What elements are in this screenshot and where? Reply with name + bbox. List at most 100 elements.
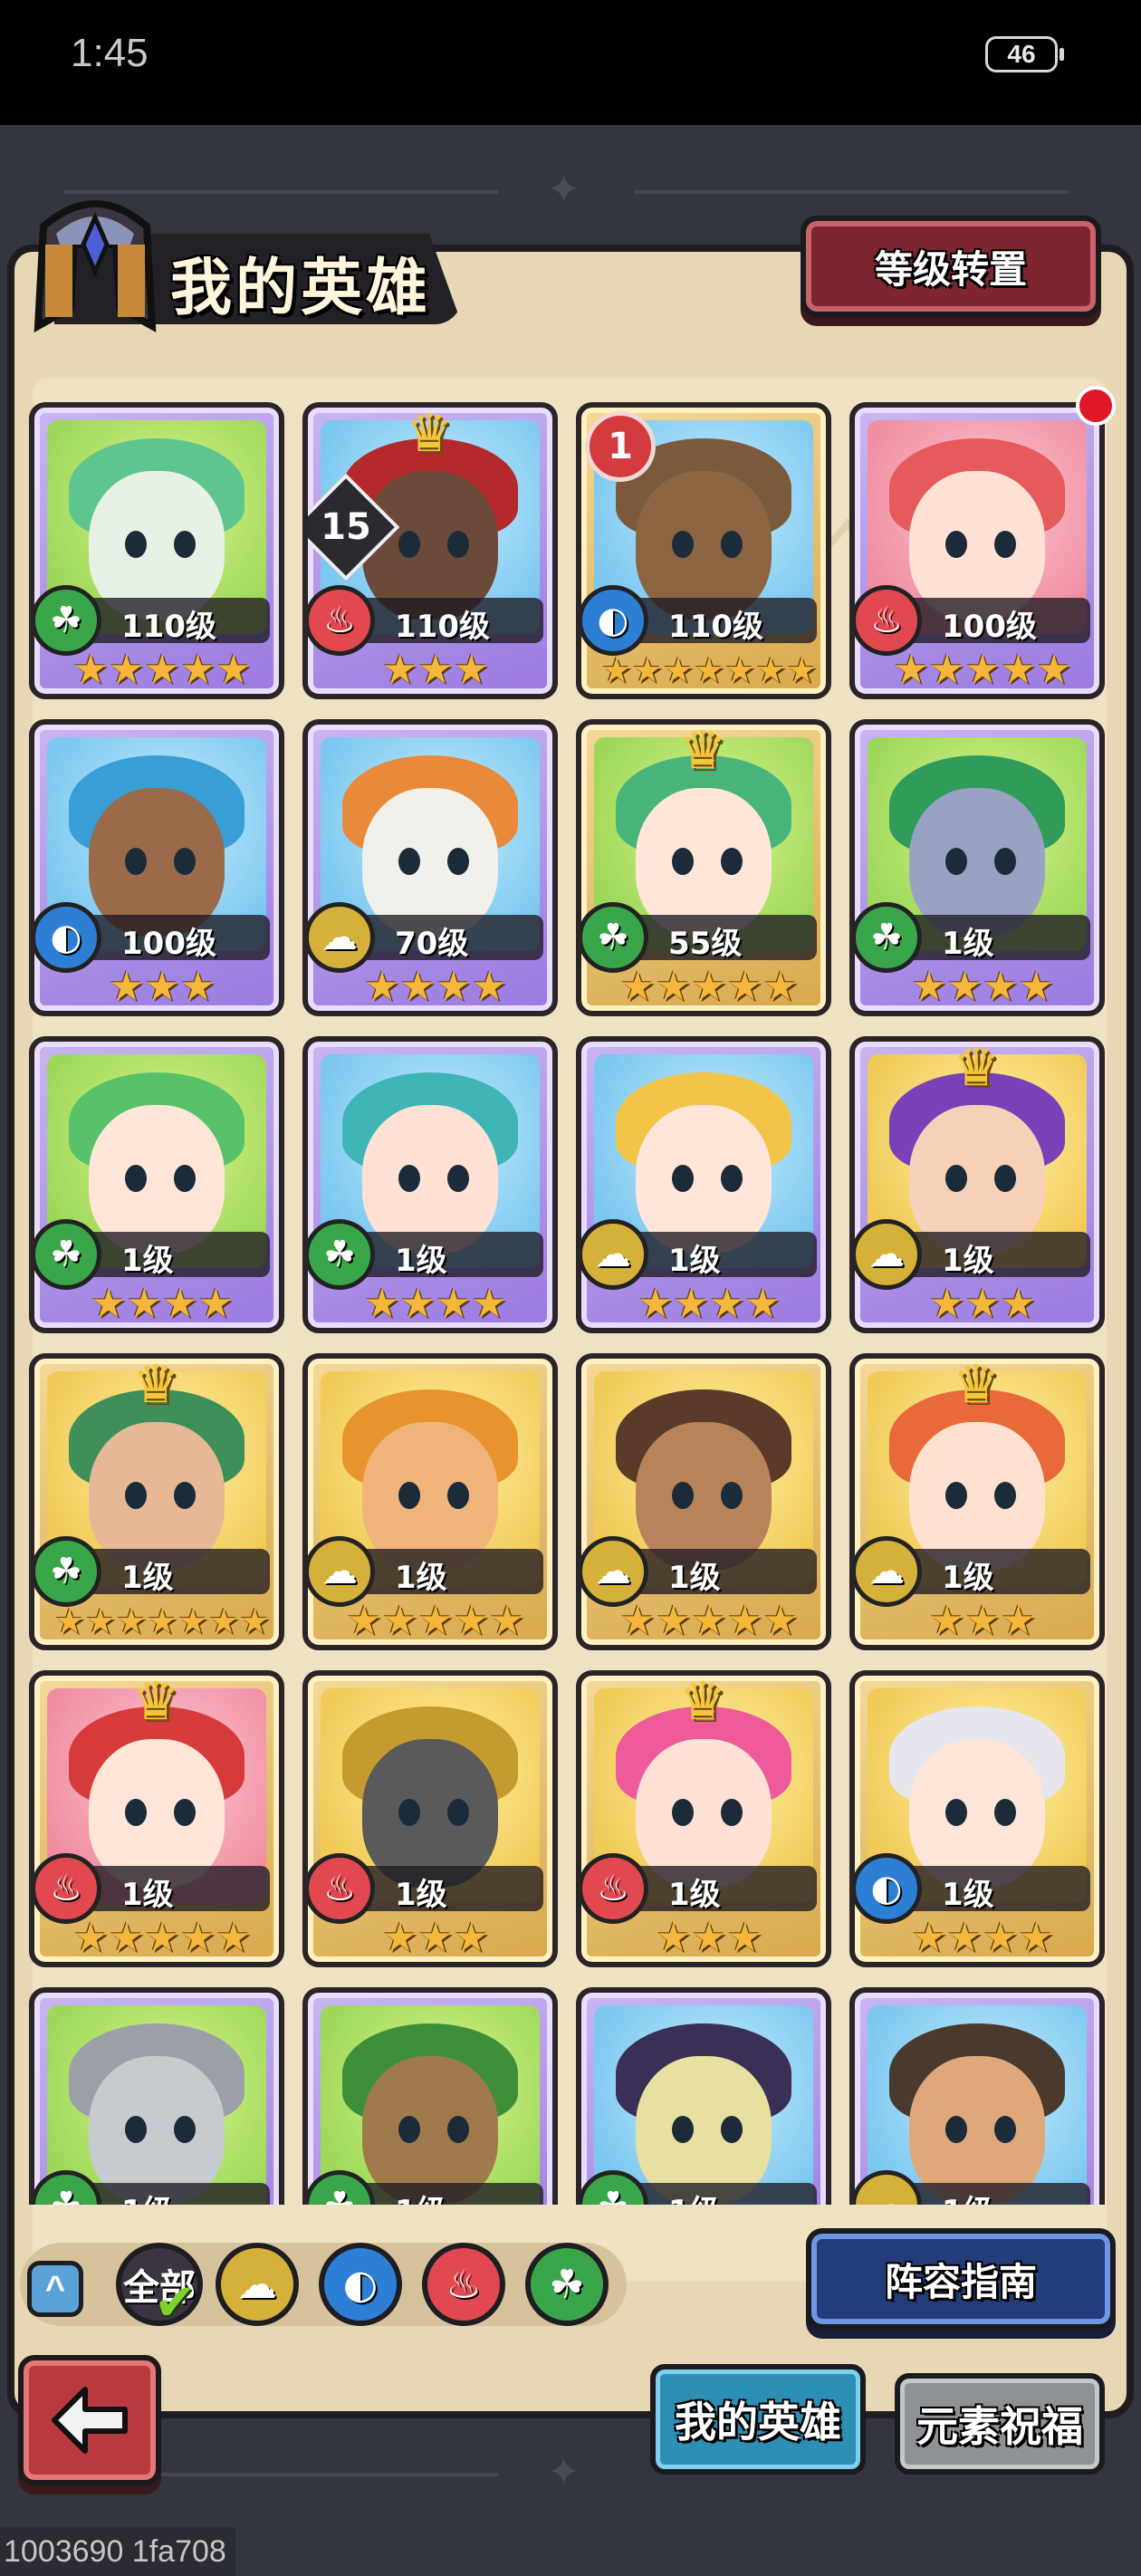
filter-fire-button[interactable]: ♨ — [422, 2243, 505, 2326]
hero-card[interactable]: 110级 ☘ ★ ★ ★ ★ ★ — [29, 402, 284, 699]
hero-card[interactable]: 1级 ◐ ★ ★ ★ ★ — [849, 1670, 1105, 1967]
decor-line — [634, 190, 1069, 194]
hero-eye — [174, 1799, 196, 1826]
hero-card[interactable]: 1级☁ — [849, 1987, 1105, 2205]
hero-eye — [174, 1482, 196, 1509]
star-icon: ★ — [179, 647, 216, 693]
star-rating: ★ ★ ★ ★ ★ — [308, 1596, 552, 1645]
hero-eye — [994, 848, 1016, 875]
hero-level: 100级 — [942, 609, 1037, 645]
hero-level: 1级 — [942, 926, 994, 962]
hero-level: 1级 — [942, 2187, 994, 2205]
hero-eye — [447, 1799, 469, 1826]
hero-eye — [174, 2116, 196, 2143]
star-rating: ★ ★ ★ ★ — [855, 962, 1099, 1011]
filter-earth-button[interactable]: ☁ — [216, 2243, 299, 2326]
crown-icon: ♛ — [953, 1036, 1000, 1098]
star-rating: ★ ★ ★ ★ ★ ★ ★ — [581, 645, 826, 694]
hero-card[interactable]: 1级 ☁ ★ ★ ★ ★ — [576, 1036, 831, 1333]
star-icon: ★ — [709, 1281, 745, 1327]
hero-level: 1级 — [395, 1560, 447, 1596]
hero-eye — [994, 1165, 1016, 1192]
star-icon: ★ — [208, 1601, 240, 1641]
star-rating: ★ ★ ★ ★ ★ — [581, 962, 826, 1011]
collapse-filter-button[interactable]: ^ — [27, 2261, 83, 2317]
hero-card[interactable]: 1级 ♨ ★ ★ ★ ★ ★ ♛ — [29, 1670, 284, 1967]
star-icon: ★ — [364, 964, 400, 1010]
star-icon: ★ — [179, 964, 216, 1010]
level-transfer-button[interactable]: 等级转置 — [801, 216, 1101, 317]
battery-indicator: 46 — [985, 36, 1064, 72]
hero-level: 1级 — [668, 1877, 721, 1913]
hero-card[interactable]: 1级 ♨ ★ ★ ★ ♛ — [576, 1670, 831, 1967]
hero-card[interactable]: 1级 ☁ ★ ★ ★ ★ ★ — [302, 1353, 558, 1650]
hero-card[interactable]: 1级 ☁ ★ ★ ★ ♛ — [849, 1036, 1105, 1333]
star-icon: ★ — [928, 1281, 965, 1327]
star-icon: ★ — [1018, 964, 1054, 1010]
star-icon: ★ — [381, 1598, 418, 1644]
hero-card[interactable]: 1级☘ — [302, 1987, 558, 2205]
star-icon: ★ — [1036, 647, 1072, 693]
hero-level: 1级 — [942, 1560, 994, 1596]
hero-card[interactable]: 1级 ☘ ★ ★ ★ ★ — [302, 1036, 558, 1333]
back-button[interactable] — [18, 2355, 161, 2485]
hero-card[interactable]: 1级 ♨ ★ ★ ★ — [302, 1670, 558, 1967]
hero-card[interactable]: 110级 ◐ ★ ★ ★ ★ ★ ★ ★ 1 — [576, 402, 831, 699]
hero-card[interactable]: 1级 ☁ ★ ★ ★ ★ ★ — [576, 1353, 831, 1650]
hero-level: 1级 — [395, 1877, 447, 1913]
filter-water-button[interactable]: ◐ — [319, 2243, 402, 2326]
hero-level: 1级 — [942, 1877, 994, 1913]
hero-eye — [447, 848, 469, 875]
star-icon: ★ — [146, 1601, 178, 1641]
hero-card[interactable]: 110级 ♨ ★ ★ ★ ♛ 15 — [302, 402, 558, 699]
hero-card[interactable]: 1级 ☘ ★ ★ ★ ★ ★ ★ ★ ♛ — [29, 1353, 284, 1650]
star-icon: ★ — [744, 1281, 781, 1327]
star-icon: ★ — [911, 1915, 947, 1961]
star-icon: ★ — [983, 1915, 1019, 1961]
star-rating: ★ ★ ★ ★ ★ — [34, 645, 279, 694]
star-icon: ★ — [600, 650, 632, 690]
hero-level: 110级 — [395, 609, 490, 645]
lineup-guide-button[interactable]: 阵容指南 — [806, 2228, 1116, 2330]
star-rating: ★ ★ ★ ★ — [34, 1279, 279, 1328]
hero-eye — [945, 848, 967, 875]
star-icon: ★ — [72, 647, 109, 693]
star-icon: ★ — [239, 1601, 271, 1641]
hero-eye — [398, 2116, 420, 2143]
hero-card[interactable]: 55级 ☘ ★ ★ ★ ★ ★ ♛ — [576, 719, 831, 1016]
hero-eye — [174, 531, 196, 558]
hero-eye — [994, 1799, 1016, 1826]
status-time: 1:45 — [71, 31, 149, 75]
star-icon: ★ — [91, 1281, 127, 1327]
hero-card[interactable]: 1级 ☘ ★ ★ ★ ★ — [29, 1036, 284, 1333]
hero-card[interactable]: 100级 ◐ ★ ★ ★ — [29, 719, 284, 1016]
tab-element-blessing[interactable]: 元素祝福 — [895, 2373, 1105, 2475]
hero-level: 1级 — [395, 1243, 447, 1279]
tab-my-heroes[interactable]: 我的英雄 — [650, 2364, 866, 2475]
star-rating: ★ ★ ★ ★ ★ ★ ★ — [34, 1596, 279, 1645]
crown-icon: ♛ — [679, 1670, 726, 1732]
hero-card[interactable]: 1级☘ — [29, 1987, 284, 2205]
hero-eye — [447, 531, 469, 558]
hero-level: 1级 — [668, 1560, 721, 1596]
star-rating: ★ ★ ★ — [308, 645, 552, 694]
star-icon: ★ — [1000, 1598, 1037, 1644]
hero-eye — [447, 2116, 469, 2143]
star-icon: ★ — [144, 1915, 180, 1961]
star-icon: ★ — [964, 647, 1001, 693]
filter-nature-button[interactable]: ☘ — [525, 2243, 609, 2326]
star-icon: ★ — [453, 647, 490, 693]
hero-eye — [945, 2116, 967, 2143]
star-icon: ★ — [946, 1915, 983, 1961]
hero-card[interactable]: 1级 ☘ ★ ★ ★ ★ — [849, 719, 1105, 1016]
star-icon: ★ — [655, 1915, 692, 1961]
star-icon: ★ — [983, 964, 1019, 1010]
hero-card[interactable]: 100级 ♨ ★ ★ ★ ★ ★ — [849, 402, 1105, 699]
star-icon: ★ — [108, 647, 145, 693]
hero-card[interactable]: 70级 ☁ ★ ★ ★ ★ — [302, 719, 558, 1016]
star-rating: ★ ★ ★ — [855, 1279, 1099, 1328]
hero-card[interactable]: 1级 ☁ ★ ★ ★ ♛ — [849, 1353, 1105, 1650]
star-icon: ★ — [144, 964, 180, 1010]
star-icon: ★ — [786, 650, 818, 690]
hero-card[interactable]: 1级☘ — [576, 1987, 831, 2205]
